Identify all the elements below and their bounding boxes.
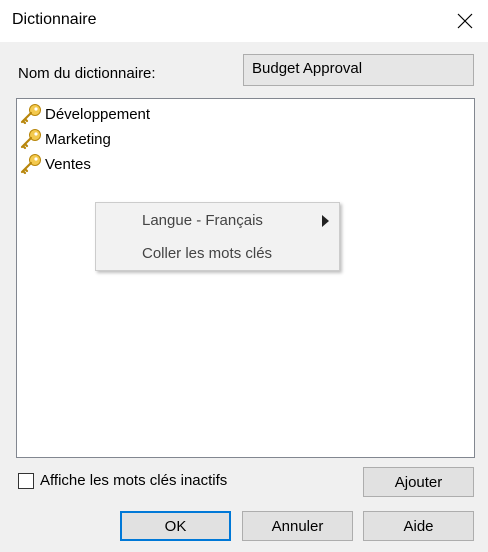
- submenu-arrow-icon: [322, 215, 329, 227]
- close-button[interactable]: [450, 6, 480, 36]
- show-inactive-label: Affiche les mots clés inactifs: [40, 472, 228, 489]
- tree-item-developpement[interactable]: Développement: [19, 103, 150, 125]
- dictionary-dialog: Dictionnaire Nom du dictionnaire: Budget…: [0, 0, 488, 552]
- context-menu: Langue - Français Coller les mots clés: [95, 202, 340, 271]
- tree-item-label: Marketing: [45, 130, 111, 148]
- dictionary-name-field[interactable]: Budget Approval: [243, 54, 474, 86]
- window-title: Dictionnaire: [12, 11, 97, 28]
- context-menu-item-paste-keywords[interactable]: Coller les mots clés: [96, 238, 339, 268]
- dictionary-name-label: Nom du dictionnaire:: [18, 65, 156, 82]
- cancel-button[interactable]: Annuler: [242, 511, 353, 541]
- title-bar: Dictionnaire: [0, 0, 488, 42]
- tree-item-marketing[interactable]: Marketing: [19, 128, 111, 150]
- context-menu-item-language[interactable]: Langue - Français: [96, 205, 339, 235]
- ok-button[interactable]: OK: [120, 511, 231, 541]
- close-icon: [457, 13, 473, 29]
- help-button[interactable]: Aide: [363, 511, 474, 541]
- keyword-tree[interactable]: Développement Marketing Ventes: [16, 98, 475, 458]
- key-icon: [20, 129, 41, 150]
- add-button[interactable]: Ajouter: [363, 467, 474, 497]
- show-inactive-option[interactable]: Affiche les mots clés inactifs: [18, 472, 227, 489]
- context-menu-item-label: Coller les mots clés: [142, 245, 273, 262]
- key-icon: [20, 104, 41, 125]
- show-inactive-checkbox[interactable]: [18, 472, 34, 489]
- context-menu-item-label: Langue - Français: [142, 212, 263, 229]
- key-icon: [20, 154, 41, 175]
- tree-item-label: Développement: [45, 105, 151, 123]
- tree-item-label: Ventes: [45, 155, 91, 173]
- tree-item-ventes[interactable]: Ventes: [19, 153, 91, 175]
